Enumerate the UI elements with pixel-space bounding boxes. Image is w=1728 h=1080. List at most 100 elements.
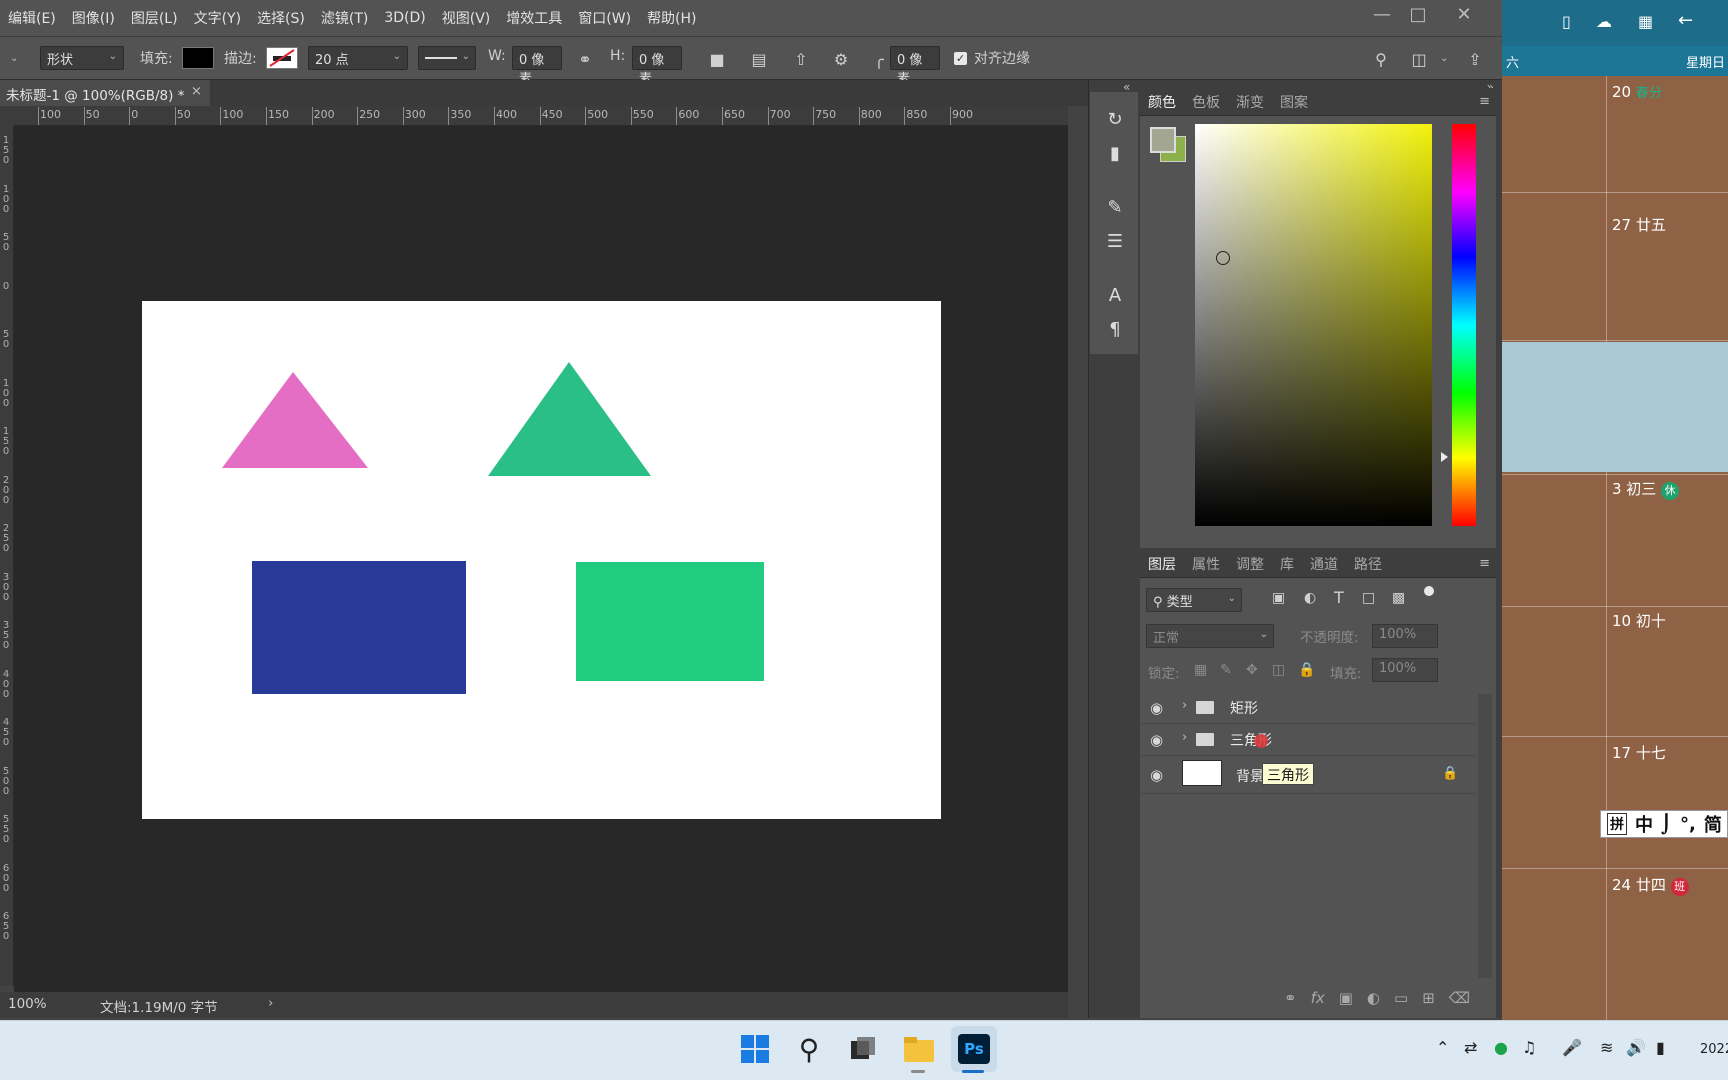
menu-select[interactable]: 选择(S) [249, 8, 313, 28]
menu-edit[interactable]: 编辑(E) [0, 8, 64, 28]
layer-filter-select[interactable]: ⚲ 类型 ⌄ [1146, 588, 1242, 612]
tab-layers[interactable]: 图层 [1140, 554, 1184, 574]
task-view-icon[interactable] [840, 1026, 886, 1072]
microphone-icon[interactable]: 🎤 [1562, 1038, 1582, 1057]
ime-toolbar[interactable]: 拼 中 ⌡ °, 简 [1600, 810, 1728, 838]
volume-icon[interactable]: 🔊 [1626, 1038, 1646, 1057]
hue-slider[interactable] [1452, 124, 1476, 526]
calendar-icon[interactable]: ▦ [1638, 12, 1653, 31]
workspace-icon[interactable]: ◫ [1406, 47, 1432, 71]
lock-image-icon[interactable]: ✎ [1220, 662, 1232, 678]
tab-adjustments[interactable]: 调整 [1228, 554, 1272, 574]
wifi-icon[interactable]: ≋ [1600, 1038, 1613, 1057]
blue-rectangle[interactable] [252, 561, 466, 694]
canvas-area[interactable] [14, 126, 1068, 992]
close-tab-icon[interactable]: × [191, 83, 202, 99]
share-icon[interactable]: ⇪ [1462, 47, 1488, 71]
tab-channels[interactable]: 通道 [1302, 554, 1346, 574]
clock[interactable]: 2022 [1700, 1042, 1728, 1057]
chevron-up-icon[interactable]: ⌃ [1436, 1038, 1449, 1057]
type-filter-icon[interactable]: T [1334, 588, 1344, 607]
link-layers-icon[interactable]: ⚭ [1284, 989, 1297, 1007]
pixel-filter-icon[interactable]: ▣ [1272, 590, 1285, 606]
close-icon[interactable]: ✕ [1444, 0, 1484, 28]
calendar-date[interactable]: 20 春分 [1612, 82, 1662, 101]
sync-icon[interactable]: ☁ [1596, 12, 1612, 31]
fx-icon[interactable]: fx [1311, 989, 1325, 1007]
document-tab[interactable]: 未标题-1 @ 100%(RGB/8) * × [0, 80, 210, 106]
back-arrow-icon[interactable]: ← [1678, 10, 1693, 31]
lock-position-icon[interactable]: ✥ [1246, 662, 1258, 678]
tab-gradients[interactable]: 渐变 [1228, 92, 1272, 112]
tray-media-icon[interactable]: ♫ [1522, 1038, 1536, 1057]
calendar-date[interactable]: 24 廿四 班 [1612, 874, 1689, 896]
start-button[interactable] [732, 1026, 778, 1072]
lock-all-icon[interactable]: 🔒 [1298, 662, 1315, 678]
lock-transparency-icon[interactable]: ▦ [1194, 662, 1207, 678]
path-alignment-icon[interactable]: ▤ [746, 47, 772, 71]
tab-properties[interactable]: 属性 [1184, 554, 1228, 574]
fill-field[interactable]: 100% [1372, 658, 1438, 682]
color-picker-ring[interactable] [1216, 251, 1230, 265]
ime-chinese-mode[interactable]: 中 [1635, 811, 1653, 837]
lock-artboard-icon[interactable]: ◫ [1272, 662, 1285, 678]
adjustment-layer-icon[interactable]: ◐ [1367, 989, 1380, 1007]
stroke-type-select[interactable]: ⌄ [418, 46, 476, 70]
search-icon[interactable]: ⚲ [1368, 47, 1394, 71]
calendar-date[interactable]: 10 初十 [1612, 610, 1666, 631]
character-icon[interactable]: A [1102, 282, 1128, 308]
tab-libraries[interactable]: 库 [1272, 554, 1302, 574]
search-icon[interactable]: ⚲ [786, 1026, 832, 1072]
menu-view[interactable]: 视图(V) [434, 8, 499, 28]
shape-filter-icon[interactable]: □ [1362, 590, 1375, 606]
smart-object-filter-icon[interactable]: ▩ [1392, 590, 1405, 606]
color-field[interactable] [1195, 124, 1432, 526]
shape-mode-select[interactable]: 形状 ⌄ [40, 46, 124, 70]
ime-pinyin-icon[interactable]: 拼 [1607, 813, 1627, 835]
calendar-date[interactable]: 3 初三 休 [1612, 478, 1680, 500]
green-triangle[interactable] [488, 362, 651, 476]
chevron-right-icon[interactable]: › [1182, 698, 1187, 713]
gear-icon[interactable]: ⚙ [828, 47, 854, 71]
tab-patterns[interactable]: 图案 [1272, 92, 1316, 112]
chevron-right-icon[interactable]: › [268, 995, 273, 1011]
hue-slider-handle[interactable] [1441, 452, 1448, 462]
menu-3d[interactable]: 3D(D) [376, 10, 433, 26]
photoshop-taskbar-button[interactable]: Ps [951, 1026, 997, 1072]
blend-mode-select[interactable]: 正常 ⌄ [1146, 624, 1274, 648]
foreground-color-swatch[interactable] [1150, 127, 1176, 153]
adjustments-icon[interactable]: ☰ [1102, 228, 1128, 254]
tool-preset-chevron-icon[interactable]: ⌄ [10, 53, 18, 64]
minimize-icon[interactable]: — [1362, 0, 1402, 28]
filter-toggle[interactable] [1424, 586, 1434, 596]
battery-icon[interactable]: ▮ [1656, 1038, 1665, 1057]
stroke-size-field[interactable]: 20 点 ⌄ [308, 46, 408, 70]
maximize-icon[interactable]: □ [1398, 0, 1438, 28]
align-edges-checkbox[interactable]: ✓ [954, 52, 967, 65]
calendar-date[interactable]: 27 廿五 [1612, 214, 1666, 235]
menu-window[interactable]: 窗口(W) [570, 8, 639, 28]
eye-icon[interactable]: ◉ [1150, 731, 1163, 749]
tab-swatches[interactable]: 色板 [1184, 92, 1228, 112]
opacity-field[interactable]: 100% [1372, 624, 1438, 648]
paragraph-icon[interactable]: ¶ [1102, 316, 1128, 342]
menu-help[interactable]: 帮助(H) [639, 8, 704, 28]
panel-menu-icon[interactable]: ≡ [1479, 556, 1490, 571]
panel-menu-icon[interactable]: ≡ [1479, 94, 1490, 109]
phone-icon[interactable]: ▯ [1562, 12, 1571, 31]
ime-halfwidth-icon[interactable]: ⌡ [1661, 814, 1672, 835]
artboard[interactable] [142, 301, 941, 819]
stroke-swatch[interactable] [266, 47, 298, 69]
calendar-date[interactable]: 17 十七 [1612, 742, 1666, 763]
comment-icon[interactable]: ▮ [1102, 140, 1128, 166]
new-group-icon[interactable]: ▭ [1394, 989, 1408, 1007]
tray-app-icon[interactable]: ● [1494, 1038, 1508, 1057]
corner-radius-field[interactable]: 0 像素 [890, 46, 940, 87]
layers-scrollbar[interactable] [1478, 694, 1492, 978]
menu-plugins[interactable]: 增效工具 [498, 8, 570, 28]
path-arrangement-icon[interactable]: ⇧ [788, 47, 814, 71]
ime-punctuation-icon[interactable]: °, [1680, 814, 1696, 835]
layer-row[interactable]: ◉ › 三角形 [1140, 724, 1476, 756]
menu-filter[interactable]: 滤镜(T) [313, 8, 376, 28]
file-explorer-icon[interactable] [896, 1026, 942, 1072]
